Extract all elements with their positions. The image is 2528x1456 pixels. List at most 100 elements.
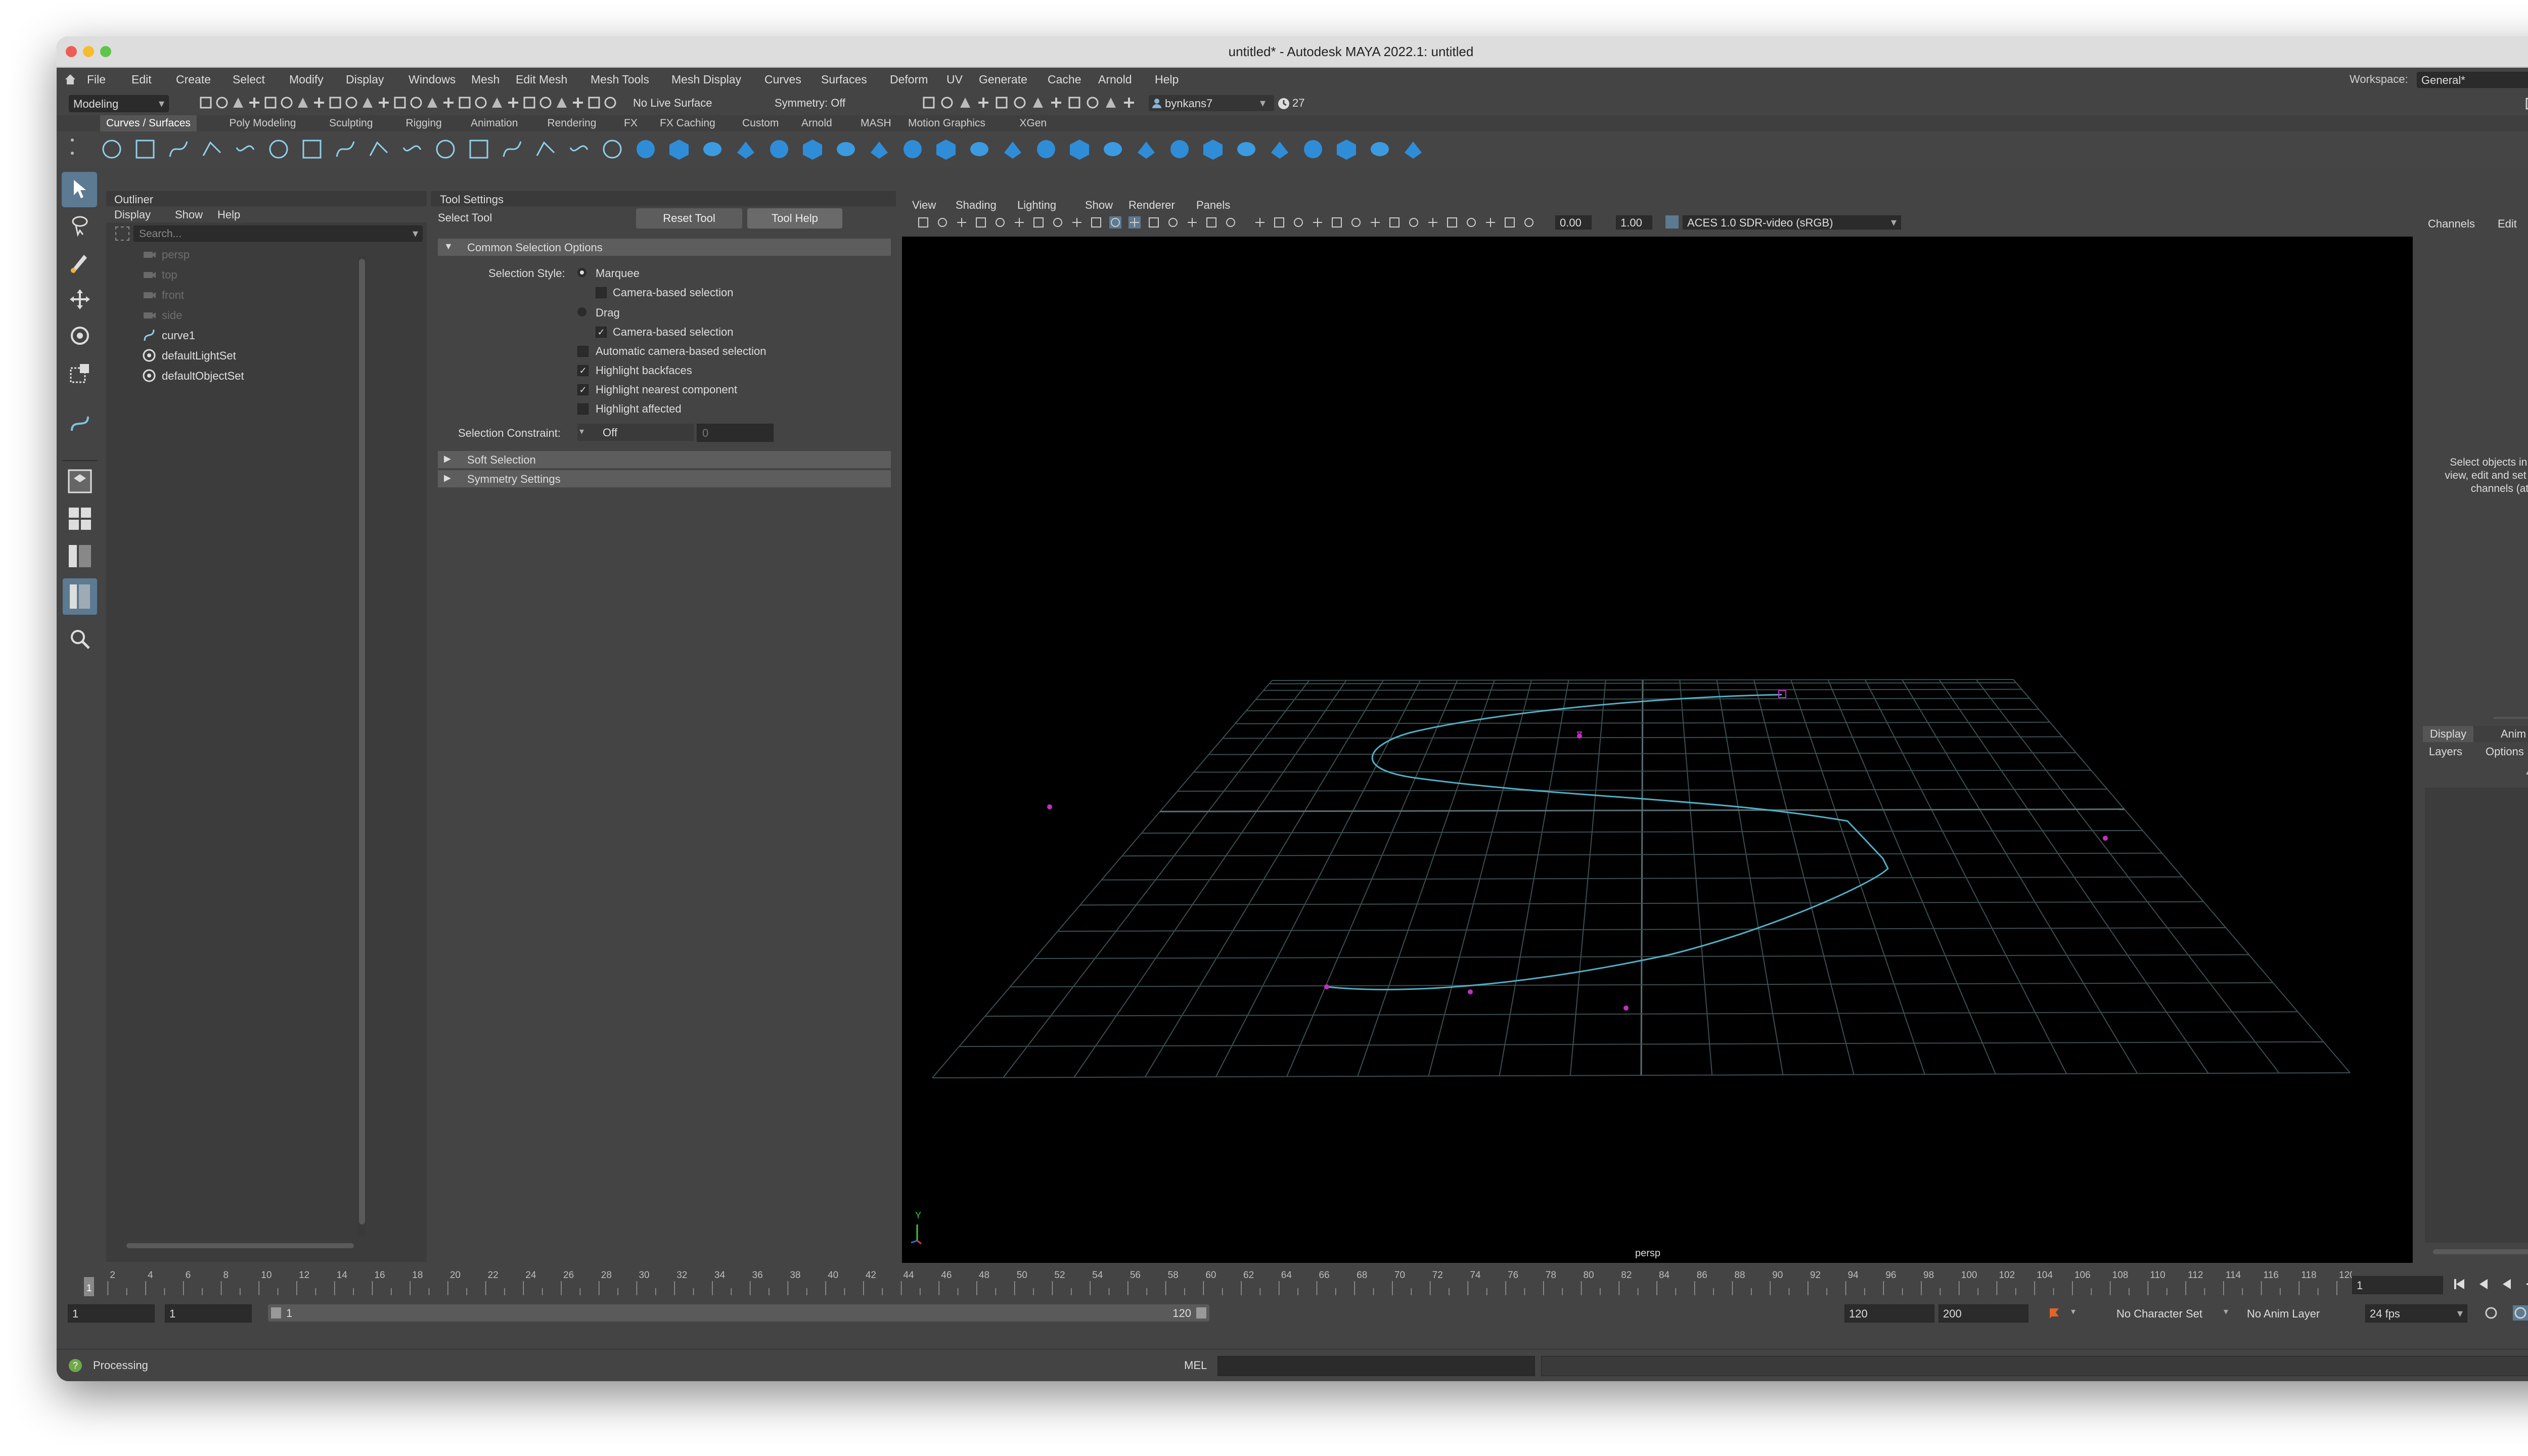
- outliner-menu-help[interactable]: Help: [217, 208, 240, 221]
- detach-surface-icon[interactable]: [1268, 138, 1291, 161]
- last-tool-icon[interactable]: [69, 413, 91, 435]
- menu-edit[interactable]: Edit: [131, 68, 152, 91]
- shelf-tab-poly-modeling[interactable]: Poly Modeling: [223, 115, 302, 131]
- curve-offset-icon[interactable]: [467, 138, 490, 161]
- status-tool-icon[interactable]: [295, 95, 310, 110]
- anim-end-field[interactable]: 200: [1938, 1304, 2028, 1323]
- menu-display[interactable]: Display: [346, 68, 384, 91]
- viewport-tool-icon[interactable]: [1484, 216, 1497, 229]
- menu-uv[interactable]: UV: [946, 68, 963, 91]
- nurbs-sphere-icon[interactable]: [634, 138, 657, 161]
- highlight-affected-checkbox[interactable]: [577, 403, 589, 415]
- viewport-tool-icon[interactable]: [1090, 216, 1102, 229]
- nurbs-cylinder-icon[interactable]: [701, 138, 724, 161]
- status-tool-icon[interactable]: [603, 95, 618, 110]
- trim-icon[interactable]: [1135, 138, 1158, 161]
- shelf-tab-xgen[interactable]: XGen: [1014, 115, 1053, 131]
- nurbs-torus-icon[interactable]: [801, 138, 824, 161]
- status-tool-icon[interactable]: [994, 95, 1009, 110]
- outliner-item[interactable]: defaultObjectSet: [106, 366, 349, 385]
- exposure-field[interactable]: 0.00: [1555, 215, 1592, 230]
- status-tool-icon[interactable]: [1049, 95, 1064, 110]
- highlight-backfaces-checkbox[interactable]: ✓: [577, 365, 589, 376]
- shelf-options-handle[interactable]: [71, 136, 75, 163]
- curve-loft-icon[interactable]: [567, 138, 591, 161]
- pencil-curve-icon[interactable]: [234, 138, 257, 161]
- nurbs-square-icon[interactable]: [133, 138, 157, 161]
- viewport-tool-icon[interactable]: [1312, 216, 1324, 229]
- search-icon[interactable]: [69, 628, 91, 650]
- viewport-menu-shading[interactable]: Shading: [956, 199, 997, 212]
- viewport-tool-icon[interactable]: [936, 216, 949, 229]
- current-frame-field[interactable]: 1: [2352, 1276, 2443, 1294]
- outliner-hscrollbar[interactable]: [116, 1242, 410, 1250]
- camera-based-checkbox-1[interactable]: [596, 287, 607, 298]
- viewport-tool-icon[interactable]: [1225, 216, 1237, 229]
- status-tool-icon[interactable]: [976, 95, 991, 110]
- user-account-dropdown[interactable]: bynkans7 ▾: [1149, 95, 1274, 111]
- four-view-layout-icon[interactable]: [67, 506, 93, 532]
- status-tool-icon[interactable]: [231, 95, 246, 110]
- layer-action-icon[interactable]: [2524, 764, 2528, 778]
- viewport-tool-icon[interactable]: [1388, 216, 1401, 229]
- boundary-icon[interactable]: [1001, 138, 1024, 161]
- home-icon[interactable]: [64, 73, 77, 86]
- viewport-menu-panels[interactable]: Panels: [1196, 199, 1230, 212]
- menu-edit-mesh[interactable]: Edit Mesh: [516, 68, 567, 91]
- revolve-icon[interactable]: [834, 138, 857, 161]
- viewport-tool-icon[interactable]: [1273, 216, 1285, 229]
- viewport-tool-icon[interactable]: [1128, 216, 1141, 229]
- layer-list[interactable]: [2425, 788, 2528, 1243]
- birail-icon[interactable]: [968, 138, 991, 161]
- menu-curves[interactable]: Curves: [764, 68, 801, 91]
- common-selection-header[interactable]: ▼ Common Selection Options: [438, 239, 891, 256]
- status-tool-icon[interactable]: [1030, 95, 1046, 110]
- shelf-tab-fx-caching[interactable]: FX Caching: [654, 115, 721, 131]
- status-tool-icon[interactable]: [263, 95, 278, 110]
- status-tool-icon[interactable]: [570, 95, 585, 110]
- menu-mesh[interactable]: Mesh: [471, 68, 500, 91]
- nurbs-curve[interactable]: [1326, 694, 1889, 990]
- control-vertex[interactable]: [1047, 804, 1052, 809]
- status-tool-icon[interactable]: [939, 95, 955, 110]
- bevel-icon[interactable]: [1068, 138, 1091, 161]
- status-tool-icon[interactable]: [441, 95, 456, 110]
- outliner-item[interactable]: side: [106, 305, 349, 325]
- viewport-menu-renderer[interactable]: Renderer: [1128, 199, 1175, 212]
- viewport-tool-icon[interactable]: [1013, 216, 1025, 229]
- viewport-tool-icon[interactable]: [1254, 216, 1266, 229]
- shelf-tab-sculpting[interactable]: Sculpting: [323, 115, 379, 131]
- character-set-dropdown[interactable]: No Character Set: [2116, 1307, 2202, 1321]
- sculpt-surface-icon[interactable]: [1402, 138, 1425, 161]
- status-tool-icon[interactable]: [392, 95, 408, 110]
- project-curve-icon[interactable]: [1101, 138, 1124, 161]
- status-tool-icon[interactable]: [247, 95, 262, 110]
- status-tool-icon[interactable]: [586, 95, 602, 110]
- curve-fillet-icon[interactable]: [601, 138, 624, 161]
- status-tool-icon[interactable]: [473, 95, 488, 110]
- single-perspective-layout-icon[interactable]: [67, 468, 93, 494]
- control-vertex[interactable]: [1324, 984, 1329, 989]
- status-tool-icon[interactable]: [538, 95, 553, 110]
- viewport-tool-icon[interactable]: [1205, 216, 1217, 229]
- workspace-dropdown[interactable]: General* ▾: [2417, 72, 2528, 88]
- status-tool-icon[interactable]: [328, 95, 343, 110]
- viewport-tool-icon[interactable]: [975, 216, 987, 229]
- cached-playback-icon[interactable]: [2513, 1305, 2528, 1321]
- viewport-tool-icon[interactable]: [1032, 216, 1045, 229]
- outliner-menu-display[interactable]: Display: [114, 208, 151, 221]
- menu-help[interactable]: Help: [1155, 68, 1179, 91]
- symmetry-settings-header[interactable]: ▶ Symmetry Settings: [438, 470, 891, 487]
- menu-create[interactable]: Create: [176, 68, 211, 91]
- auto-camera-checkbox[interactable]: [577, 346, 589, 357]
- range-end-field[interactable]: 120: [1844, 1304, 1934, 1323]
- status-tool-icon[interactable]: [1085, 95, 1100, 110]
- constraint-number-field[interactable]: 0: [697, 424, 774, 442]
- step-back-frame-icon[interactable]: [2500, 1277, 2514, 1291]
- menu-file[interactable]: File: [87, 68, 106, 91]
- control-vertex[interactable]: [1623, 1006, 1629, 1011]
- control-vertex[interactable]: [2103, 836, 2108, 841]
- status-tool-icon[interactable]: [409, 95, 424, 110]
- viewport-tool-icon[interactable]: [1148, 216, 1160, 229]
- move-tool-icon[interactable]: [69, 288, 91, 310]
